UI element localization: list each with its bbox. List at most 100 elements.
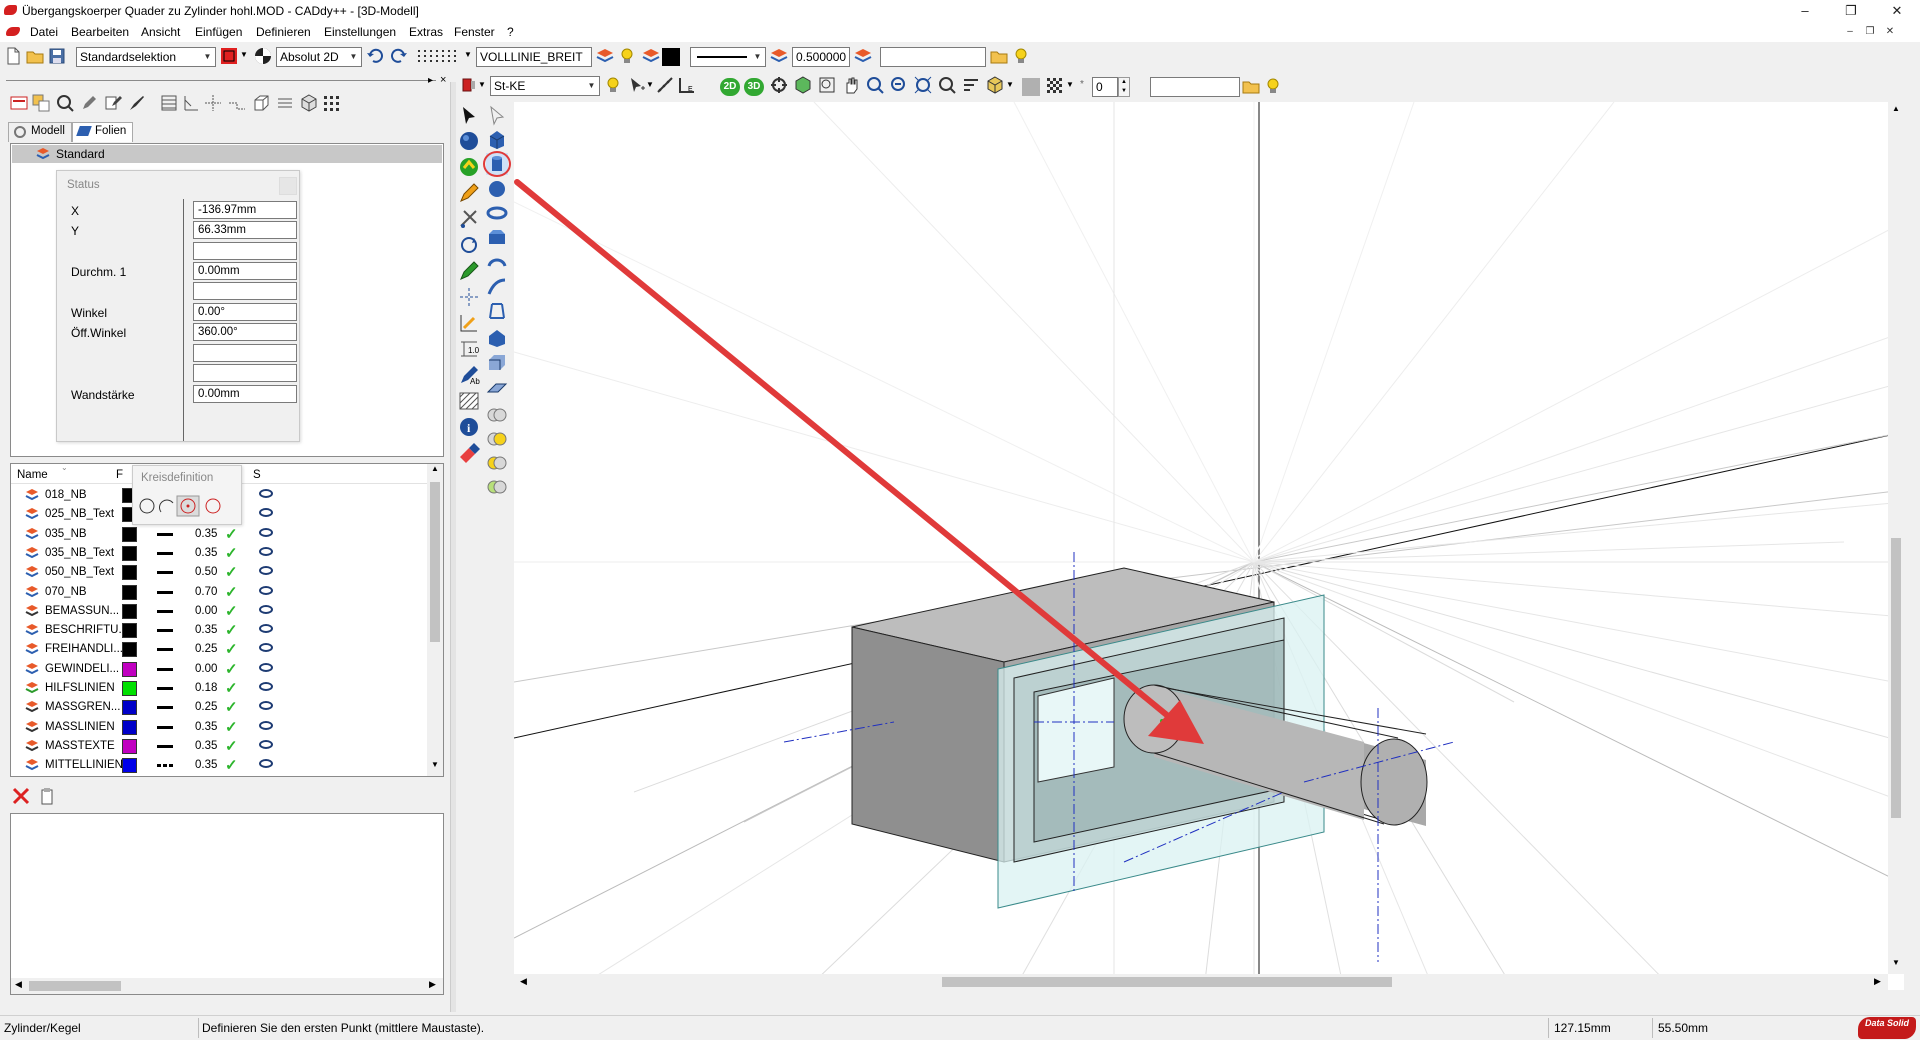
menu-fenster[interactable]: Fenster bbox=[454, 25, 495, 39]
eye-icon[interactable] bbox=[259, 546, 273, 556]
layer-color-swatch[interactable] bbox=[122, 661, 137, 677]
status-input-empty-4[interactable] bbox=[193, 364, 297, 382]
menu-extras[interactable]: Extras bbox=[409, 25, 443, 39]
layer-stack-icon[interactable] bbox=[596, 47, 614, 65]
properties-hscrollbar[interactable]: ◀ ▶ bbox=[11, 978, 443, 994]
folder-icon[interactable] bbox=[990, 47, 1008, 65]
chevron-down-icon[interactable]: ▼ bbox=[240, 50, 248, 59]
snap-tool-icon[interactable] bbox=[458, 312, 480, 334]
boolean-union-icon[interactable] bbox=[486, 404, 508, 426]
eye-icon[interactable] bbox=[259, 720, 273, 730]
loft-icon[interactable] bbox=[486, 300, 508, 322]
mdi-close-button[interactable]: ✕ bbox=[1882, 24, 1898, 40]
menu-einfuegen[interactable]: Einfügen bbox=[195, 25, 242, 39]
undo-icon[interactable] bbox=[366, 47, 384, 65]
eye-icon[interactable] bbox=[259, 643, 273, 653]
layer-row[interactable]: MASSTEXTE 0.35 ✓ bbox=[23, 737, 443, 756]
section-view-icon[interactable] bbox=[962, 76, 980, 94]
measure-icon[interactable] bbox=[656, 76, 674, 94]
circle-selected-icon[interactable] bbox=[176, 495, 200, 517]
text-tool-icon[interactable]: Ab bbox=[458, 364, 480, 386]
eye-icon[interactable] bbox=[259, 489, 273, 498]
layer-line-preview[interactable] bbox=[157, 648, 173, 652]
lightbulb-icon[interactable] bbox=[1264, 77, 1282, 95]
check-icon[interactable]: ✓ bbox=[225, 660, 238, 678]
column-s[interactable]: S bbox=[253, 469, 261, 481]
menu-einstellungen[interactable]: Einstellungen bbox=[324, 25, 396, 39]
line-style-select[interactable]: ▼ bbox=[690, 47, 766, 67]
status-input-wall-thickness[interactable]: 0.00mm bbox=[193, 385, 297, 403]
coordinate-mode-icon[interactable] bbox=[254, 47, 272, 65]
hatch-tool-icon[interactable] bbox=[458, 390, 480, 412]
zoom-previous-icon[interactable] bbox=[938, 76, 956, 94]
column-f[interactable]: F bbox=[116, 469, 123, 481]
close-button[interactable]: ✕ bbox=[1874, 0, 1920, 22]
group-icon[interactable] bbox=[32, 94, 50, 112]
zoom-window-icon[interactable] bbox=[818, 76, 836, 94]
select-color-icon[interactable] bbox=[220, 47, 238, 65]
chevron-down-icon[interactable]: ▼ bbox=[478, 80, 486, 89]
menu-ansicht[interactable]: Ansicht bbox=[141, 25, 180, 39]
trim-tool-icon[interactable] bbox=[458, 208, 480, 230]
mdi-restore-button[interactable]: ❐ bbox=[1862, 24, 1878, 40]
boolean-green-icon[interactable] bbox=[486, 476, 508, 498]
scroll-up-icon[interactable]: ▲ bbox=[427, 464, 443, 478]
layer-color-swatch[interactable] bbox=[122, 584, 137, 600]
eye-icon[interactable] bbox=[259, 682, 273, 691]
shading-icon[interactable] bbox=[986, 76, 1004, 94]
lightbulb-icon[interactable] bbox=[1012, 47, 1030, 65]
status-input-opening-angle[interactable]: 360.00° bbox=[193, 323, 297, 341]
eye-icon[interactable] bbox=[259, 624, 273, 634]
line-type-field[interactable]: VOLLLINIE_BREIT bbox=[476, 47, 592, 67]
layer-color-swatch[interactable] bbox=[122, 738, 137, 754]
crosshair-icon[interactable] bbox=[204, 94, 222, 112]
scroll-left-icon[interactable]: ◀ bbox=[520, 976, 527, 987]
zoom-all-icon[interactable] bbox=[914, 76, 932, 94]
zoom-in-icon[interactable] bbox=[866, 76, 884, 94]
layer-row[interactable]: MITTELLINIEN 0.35 ✓ bbox=[23, 756, 443, 775]
vscroll-thumb[interactable] bbox=[1891, 538, 1901, 818]
edit-icon[interactable] bbox=[104, 94, 122, 112]
axis-tool-icon[interactable] bbox=[458, 286, 480, 308]
boolean-subtract-icon[interactable] bbox=[486, 428, 508, 450]
dimension-tool-icon[interactable]: 1.0 bbox=[458, 338, 480, 360]
status-input-x[interactable]: -136.97mm bbox=[193, 201, 297, 219]
check-icon[interactable]: ✓ bbox=[225, 602, 238, 620]
grid-dots-icon[interactable] bbox=[322, 94, 340, 112]
layer-line-preview[interactable] bbox=[157, 744, 173, 748]
layer-line-preview[interactable] bbox=[157, 532, 173, 536]
layer-row[interactable]: 070_NB 0.70 ✓ bbox=[23, 583, 443, 602]
status-input-empty-2[interactable] bbox=[193, 282, 297, 300]
check-icon[interactable]: ✓ bbox=[225, 756, 238, 774]
green-pencil-icon[interactable] bbox=[458, 260, 480, 282]
chevron-down-icon[interactable]: ▼ bbox=[464, 50, 472, 59]
open-folder-icon[interactable] bbox=[26, 47, 44, 65]
status-input-angle[interactable]: 0.00° bbox=[193, 303, 297, 321]
view-3d-button[interactable]: 3D bbox=[744, 78, 764, 96]
select-arrow-light-icon[interactable] bbox=[486, 104, 508, 126]
info-icon[interactable]: i bbox=[458, 416, 480, 438]
clipboard-icon[interactable] bbox=[38, 787, 56, 805]
layer-line-preview[interactable] bbox=[157, 609, 173, 613]
status-input-empty-3[interactable] bbox=[193, 344, 297, 362]
spin-stepper[interactable]: ▲ ▼ bbox=[1118, 77, 1130, 97]
tree-root-row[interactable]: Standard bbox=[12, 145, 442, 163]
box-icon[interactable] bbox=[252, 94, 270, 112]
scroll-down-icon[interactable]: ▼ bbox=[1888, 958, 1904, 967]
sphere-icon[interactable] bbox=[458, 130, 480, 152]
column-name[interactable]: Name bbox=[17, 469, 48, 481]
layer-row[interactable]: HILFSLINIEN 0.18 ✓ bbox=[23, 679, 443, 698]
chevron-down-icon[interactable]: ▼ bbox=[646, 80, 654, 89]
3d-viewport[interactable]: ▲ ▼ ◀ ▶ bbox=[513, 101, 1905, 991]
check-icon[interactable]: ✓ bbox=[225, 679, 238, 697]
layer-line-preview[interactable] bbox=[157, 629, 173, 633]
layer-row[interactable]: 035_NB_Text 0.35 ✓ bbox=[23, 544, 443, 563]
check-icon[interactable]: ✓ bbox=[225, 525, 238, 543]
dimension-icon[interactable] bbox=[182, 94, 200, 112]
layer-row[interactable]: 050_NB_Text 0.50 ✓ bbox=[23, 563, 443, 582]
line-select-icon[interactable] bbox=[276, 94, 294, 112]
status-input-y[interactable]: 66.33mm bbox=[193, 221, 297, 239]
scroll-right-icon[interactable]: ▶ bbox=[429, 979, 436, 990]
layer-row[interactable]: BESCHRIFTU... 0.35 ✓ bbox=[23, 621, 443, 640]
layer-line-preview[interactable] bbox=[157, 687, 173, 690]
